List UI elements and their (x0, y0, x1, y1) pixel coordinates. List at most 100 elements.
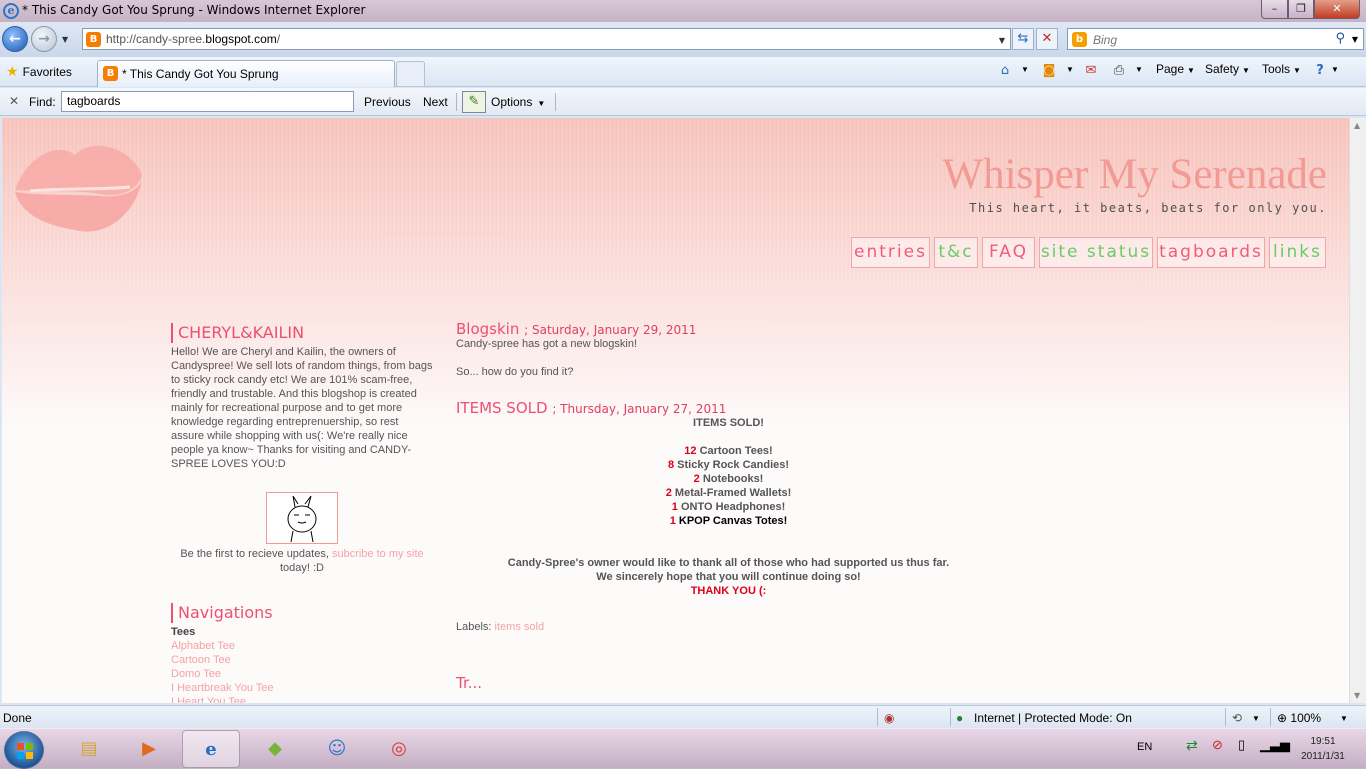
menu-tc[interactable]: t&c (934, 237, 978, 268)
feeds-icon[interactable]: ◙ (1039, 61, 1059, 81)
chevron-down-icon[interactable]: ▼ (1252, 714, 1260, 723)
chrome-taskbar-icon[interactable]: ◎ (370, 730, 428, 768)
close-find-icon[interactable]: ✕ (9, 94, 19, 108)
sold-item: 1 KPOP Canvas Totes! (456, 514, 1001, 528)
print-dropdown-icon[interactable]: ▼ (1135, 65, 1143, 74)
signal-icon[interactable]: ▁▃▅ (1260, 737, 1290, 753)
highlight-matches-icon[interactable]: ✎ (462, 91, 486, 113)
find-input[interactable]: tagboards (61, 91, 354, 112)
nav-item-domo-tee[interactable]: Domo Tee (171, 667, 433, 681)
find-options-button[interactable]: Options ▼ (491, 95, 545, 109)
maximize-button[interactable]: ❐ (1288, 0, 1314, 19)
home-dropdown-icon[interactable]: ▼ (1021, 65, 1029, 74)
nav-item-heart-you-tee[interactable]: I Heart You Tee (171, 695, 433, 703)
about-heading: CHERYL&KAILIN (171, 323, 433, 343)
post-date: ; Saturday, January 29, 2011 (524, 323, 697, 337)
compatibility-view-icon[interactable]: ⇆ (1012, 28, 1034, 50)
windows-logo-icon (17, 743, 33, 759)
clock-time: 19:51 (1310, 736, 1336, 747)
thanks-line: THANK YOU (: (690, 585, 767, 597)
home-icon[interactable]: ⌂ (995, 61, 1015, 81)
avatar (266, 492, 338, 544)
site-title: Whisper My Serenade (942, 151, 1327, 198)
sidebar: CHERYL&KAILIN Hello! We are Cheryl and K… (171, 323, 433, 703)
forward-button[interactable]: → (31, 26, 57, 52)
menu-entries[interactable]: entries (851, 237, 930, 268)
safety-menu[interactable]: Safety ▼ (1205, 62, 1250, 76)
recent-pages-dropdown-icon[interactable]: ▼ (62, 35, 68, 44)
divider (877, 708, 878, 726)
subscribe-after: today! :D (279, 562, 325, 574)
posts-column: Blogskin ; Saturday, January 29, 2011 Ca… (456, 322, 1001, 691)
label-link[interactable]: items sold (495, 621, 545, 633)
address-url: http://candy-spree.blogspot.com/ (106, 32, 280, 46)
find-label: Find: (29, 95, 56, 109)
search-icon[interactable]: ⚲ (1335, 31, 1345, 46)
nav-group-tees: Tees (171, 626, 196, 638)
find-next-button[interactable]: Next (423, 95, 448, 109)
page-menu[interactable]: Page ▼ (1156, 62, 1195, 76)
sold-qty: 12 (684, 445, 697, 457)
title-bar[interactable]: e * This Candy Got You Sprung - Windows … (0, 0, 1366, 22)
scroll-up-icon[interactable]: ▲ (1354, 121, 1360, 130)
address-bar[interactable]: B http://candy-spree.blogspot.com/ ▼ (82, 28, 1011, 50)
back-button[interactable]: ← (2, 26, 28, 52)
tab-this-candy[interactable]: B * This Candy Got You Sprung (97, 60, 395, 87)
privacy-icon[interactable]: ◉ (884, 711, 894, 725)
find-previous-button[interactable]: Previous (364, 95, 411, 109)
protected-mode-icon[interactable]: ⟲ (1232, 711, 1242, 725)
language-indicator[interactable]: EN (1137, 741, 1152, 753)
print-icon[interactable]: ⎙ (1109, 61, 1129, 81)
minimize-button[interactable]: – (1261, 0, 1288, 19)
post-title-blogskin[interactable]: Blogskin ; Saturday, January 29, 2011 (456, 322, 1001, 338)
subscribe-link[interactable]: subcribe to my site (332, 548, 424, 560)
search-box[interactable]: b Bing ⚲ ▼ (1067, 28, 1364, 50)
menu-links[interactable]: links (1269, 237, 1326, 268)
zoom-dropdown-icon[interactable]: ▼ (1340, 714, 1348, 723)
post-title-items-sold[interactable]: ITEMS SOLD ; Thursday, January 27, 2011 (456, 401, 1001, 417)
new-tab-button[interactable] (396, 61, 425, 86)
divider (456, 93, 457, 111)
help-icon[interactable]: ? (1310, 61, 1330, 81)
clock[interactable]: 19:51 2011/1/31 (1290, 734, 1356, 764)
media-player-taskbar-icon[interactable]: ▶ (120, 730, 178, 768)
menu-site-status[interactable]: site status (1039, 237, 1153, 268)
close-button[interactable]: ✕ (1314, 0, 1360, 19)
address-dropdown-icon[interactable]: ▼ (999, 36, 1005, 45)
tab-label: * This Candy Got You Sprung (122, 67, 279, 81)
menu-tagboards[interactable]: tagboards (1157, 237, 1265, 268)
favorites-button[interactable]: ★ Favorites (6, 63, 72, 80)
stop-icon[interactable]: ✕ (1036, 28, 1058, 50)
menu-faq[interactable]: FAQ (982, 237, 1035, 268)
thanks-line: We sincerely hope that you will continue… (596, 571, 861, 583)
status-bar: Done ◉ ● Internet | Protected Mode: On ⟲… (0, 705, 1366, 728)
nav-item-heartbreak-tee[interactable]: I Heartbreak You Tee (171, 681, 433, 695)
read-mail-icon[interactable]: ✉ (1081, 61, 1101, 81)
volume-muted-icon[interactable]: ⊘ (1212, 737, 1223, 753)
about-text: Hello! We are Cheryl and Kailin, the own… (171, 346, 433, 470)
globe-icon: ● (956, 711, 964, 725)
page-menu-label: Page (1156, 62, 1185, 76)
search-options-dropdown-icon[interactable]: ▼ (1352, 35, 1358, 44)
battery-icon[interactable]: ▯ (1238, 737, 1245, 753)
network-sync-icon[interactable]: ⇄ (1186, 737, 1198, 754)
site-subtitle: This heart, it beats, beats for only you… (969, 201, 1327, 215)
ie-taskbar-icon[interactable]: e (182, 730, 240, 768)
zone-text[interactable]: Internet | Protected Mode: On (974, 711, 1132, 725)
post-title-next[interactable]: Tr... (456, 676, 1001, 691)
chevron-down-icon: ▼ (1293, 66, 1301, 75)
url-suffix: / (276, 32, 281, 46)
chevron-down-icon: ▼ (537, 99, 546, 108)
nav-item-alphabet-tee[interactable]: Alphabet Tee (171, 639, 433, 653)
explorer-taskbar-icon[interactable]: ▤ (60, 730, 118, 768)
vertical-scrollbar[interactable]: ▲ ▼ (1349, 118, 1366, 703)
sticky-notes-taskbar-icon[interactable]: ◆ (246, 730, 304, 768)
messenger-taskbar-icon[interactable]: ☺ (308, 730, 366, 768)
start-button[interactable] (4, 731, 44, 769)
scroll-down-icon[interactable]: ▼ (1354, 691, 1360, 700)
nav-item-cartoon-tee[interactable]: Cartoon Tee (171, 653, 433, 667)
zoom-control[interactable]: ⊕ 100% (1277, 711, 1321, 725)
help-dropdown-icon[interactable]: ▼ (1331, 65, 1339, 74)
feeds-dropdown-icon[interactable]: ▼ (1066, 65, 1074, 74)
tools-menu[interactable]: Tools ▼ (1262, 62, 1301, 76)
